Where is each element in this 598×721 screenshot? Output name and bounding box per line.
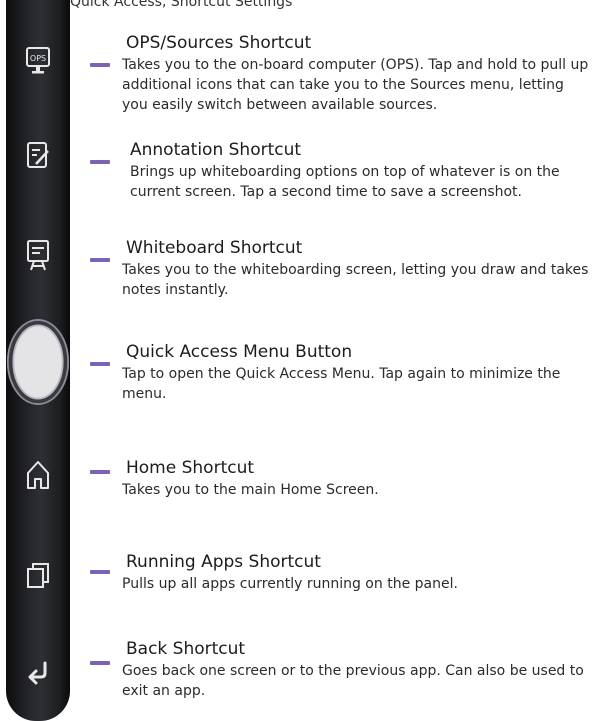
entry-title: Quick Access Menu Button	[126, 342, 353, 362]
quick-access-circle-icon[interactable]	[6, 312, 70, 412]
home-icon[interactable]	[6, 452, 70, 498]
callout-dash	[90, 570, 110, 574]
entry-description: Takes you to the whiteboarding screen, l…	[122, 262, 589, 298]
running-apps-icon[interactable]	[6, 552, 70, 598]
callout-dash	[90, 661, 110, 665]
callout-dash	[90, 362, 110, 366]
entry-description: Tap to open the Quick Access Menu. Tap a…	[122, 366, 561, 402]
entry-description: Takes you to the on-board computer (OPS)…	[122, 57, 589, 113]
entry-title: Whiteboard Shortcut	[126, 238, 303, 258]
callout-dash	[90, 160, 110, 164]
entry-title: OPS/Sources Shortcut	[126, 33, 312, 53]
callout-dash	[90, 470, 110, 474]
svg-text:OPS: OPS	[30, 54, 46, 63]
entry-title: Back Shortcut	[126, 639, 246, 659]
entry-running-apps: Running Apps Shortcut Pulls up all apps …	[90, 552, 590, 598]
entry-title: Annotation Shortcut	[130, 140, 302, 160]
entry-description: Brings up whiteboarding options on top o…	[130, 164, 560, 200]
entry-back: Back Shortcut Goes back one screen or to…	[90, 639, 590, 709]
entry-home: Home Shortcut Takes you to the main Home…	[90, 458, 590, 504]
entry-description: Goes back one screen or to the previous …	[122, 663, 584, 699]
entry-title: Running Apps Shortcut	[126, 552, 321, 572]
entry-ops-sources: OPS/Sources Shortcut Takes you to the on…	[90, 33, 590, 113]
entry-quick-access-menu: Quick Access Menu Button Tap to open the…	[90, 342, 590, 402]
top-caption: Quick Access, Shortcut Settings	[70, 0, 293, 10]
annotation-icon[interactable]	[6, 132, 70, 178]
callout-dash	[90, 63, 110, 67]
back-arrow-icon[interactable]	[6, 650, 70, 696]
callout-dash	[90, 258, 110, 262]
entry-whiteboard: Whiteboard Shortcut Takes you to the whi…	[90, 238, 590, 298]
entry-annotation: Annotation Shortcut Brings up whiteboard…	[90, 140, 590, 210]
quick-access-sidebar: OPS	[6, 0, 70, 721]
entry-description: Takes you to the main Home Screen.	[122, 482, 379, 498]
entry-description: Pulls up all apps currently running on t…	[122, 576, 458, 592]
ops-icon[interactable]: OPS	[6, 38, 70, 84]
entry-title: Home Shortcut	[126, 458, 255, 478]
whiteboard-icon[interactable]	[6, 230, 70, 280]
